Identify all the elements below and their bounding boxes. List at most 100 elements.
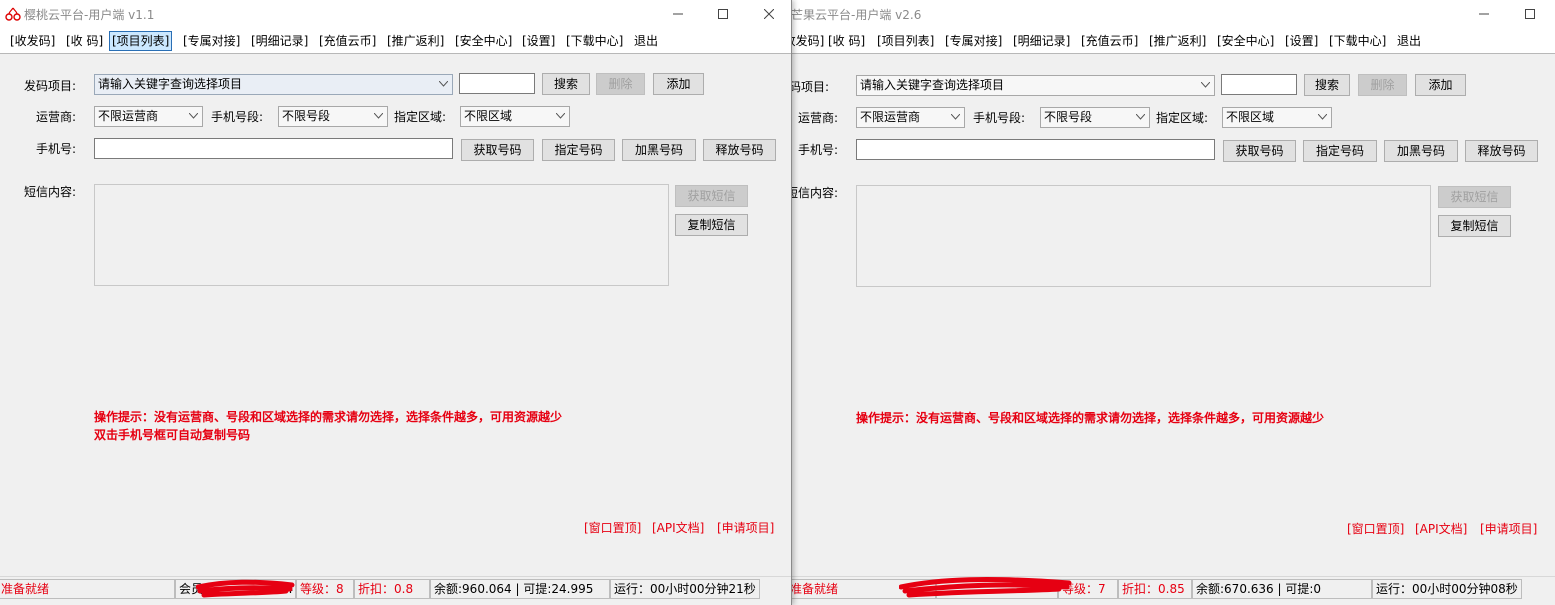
- menu-item-settings[interactable]: [设置]: [1282, 31, 1321, 51]
- carrier-select[interactable]: 不限运营商: [94, 106, 203, 127]
- menu-item-receive[interactable]: [收 码]: [63, 31, 106, 51]
- menu-item-send-receive[interactable]: [收发码]: [789, 31, 827, 51]
- blacklist-number-button[interactable]: 加黑号码: [1384, 140, 1458, 162]
- window-pin-link[interactable]: [窗口置顶]: [584, 519, 641, 536]
- get-number-button[interactable]: 获取号码: [1223, 140, 1296, 162]
- chevron-down-icon: [1136, 114, 1145, 120]
- chevron-down-icon: [951, 114, 960, 120]
- status-discount: 折扣：0.85: [1118, 579, 1192, 599]
- copy-number-hint: 双击手机号框可自动复制号码: [94, 428, 251, 442]
- project-filter-input[interactable]: [459, 73, 535, 94]
- operation-hint: 操作提示：没有运营商、号段和区域选择的需求请勿选择，选择条件越多，可用资源越少: [94, 410, 563, 424]
- menu-item-recharge[interactable]: [充值云币]: [316, 31, 379, 51]
- region-select[interactable]: 不限区域: [1222, 107, 1332, 128]
- menu-item-recharge[interactable]: [充值云币]: [1078, 31, 1141, 51]
- project-label: 发码项目:: [24, 79, 77, 93]
- carrier-select[interactable]: 不限运营商: [856, 107, 965, 128]
- menu-item-project-list[interactable]: [项目列表]: [109, 31, 173, 51]
- status-runtime: 运行：00小时00分钟21秒: [610, 579, 760, 599]
- carrier-label: 运营商:: [36, 110, 77, 124]
- get-sms-button[interactable]: 获取短信: [1438, 186, 1511, 208]
- menu-item-dedicated[interactable]: [专属对接]: [942, 31, 1005, 51]
- menu-item-receive[interactable]: [收 码]: [825, 31, 868, 51]
- segment-select[interactable]: 不限号段: [1040, 107, 1150, 128]
- release-number-button[interactable]: 释放号码: [703, 139, 776, 161]
- cherry-client-window: 樱桃云平台-用户端 v1.1 [收发码] [收 码] [项目列表] [专属对接]…: [0, 0, 792, 605]
- menu-item-project-list[interactable]: [项目列表]: [874, 31, 937, 51]
- maximize-button[interactable]: [1507, 0, 1553, 28]
- sms-content-box[interactable]: [856, 185, 1431, 287]
- chevron-down-icon: [189, 113, 198, 119]
- segment-select[interactable]: 不限号段: [278, 106, 388, 127]
- maximize-icon: [718, 9, 728, 19]
- status-member: [936, 579, 1058, 599]
- release-number-button[interactable]: 释放号码: [1465, 140, 1538, 162]
- status-state: 准备就绪: [789, 579, 936, 599]
- blacklist-number-button[interactable]: 加黑号码: [622, 139, 696, 161]
- title-bar[interactable]: 樱桃云平台-用户端 v1.1: [0, 0, 791, 28]
- menu-item-dedicated[interactable]: [专属对接]: [180, 31, 243, 51]
- project-filter-input[interactable]: [1221, 74, 1297, 95]
- api-docs-link[interactable]: [API文档]: [652, 519, 704, 536]
- search-button[interactable]: 搜索: [1304, 74, 1350, 96]
- menu-item-exit[interactable]: 退出: [1394, 31, 1424, 51]
- menu-item-details[interactable]: [明细记录]: [1010, 31, 1073, 51]
- phone-label: 手机号:: [798, 143, 839, 157]
- menu-item-security[interactable]: [安全中心]: [452, 31, 515, 51]
- minimize-button[interactable]: [1461, 0, 1507, 28]
- maximize-button[interactable]: [700, 0, 746, 28]
- menu-item-downloads[interactable]: [下载中心]: [563, 31, 626, 51]
- delete-button[interactable]: 删除: [1358, 74, 1407, 96]
- copy-sms-button[interactable]: 复制短信: [1438, 215, 1511, 237]
- maximize-icon: [1525, 9, 1535, 19]
- get-sms-button[interactable]: 获取短信: [675, 185, 748, 207]
- menu-item-referral[interactable]: [推广返利]: [1146, 31, 1209, 51]
- phone-input[interactable]: [94, 138, 453, 159]
- project-label: 发码项目:: [789, 80, 830, 94]
- get-number-button[interactable]: 获取号码: [461, 139, 534, 161]
- add-button[interactable]: 添加: [653, 73, 704, 95]
- search-button[interactable]: 搜索: [542, 73, 590, 95]
- chevron-down-icon: [374, 113, 383, 119]
- close-icon: [764, 9, 774, 19]
- status-discount: 折扣：0.8: [354, 579, 430, 599]
- window-pin-link[interactable]: [窗口置顶]: [1347, 520, 1404, 537]
- copy-sms-button[interactable]: 复制短信: [675, 214, 748, 236]
- phone-input[interactable]: [856, 139, 1215, 160]
- apply-project-link[interactable]: [申请项目]: [1480, 520, 1537, 537]
- status-bar: 准备就绪 等级：7 折扣：0.85 余额:670.636 | 可提:0 运行：0…: [789, 576, 1555, 600]
- status-level: 等级：7: [1058, 579, 1118, 599]
- chevron-down-icon: [556, 113, 565, 119]
- apply-project-link[interactable]: [申请项目]: [717, 519, 774, 536]
- minimize-icon: [1479, 13, 1489, 15]
- delete-button[interactable]: 删除: [596, 73, 645, 95]
- menu-item-send-receive[interactable]: [收发码]: [7, 31, 58, 51]
- assign-number-button[interactable]: 指定号码: [1303, 140, 1377, 162]
- title-bar[interactable]: 芒果云平台-用户端 v2.6: [789, 0, 1555, 28]
- region-label: 指定区域:: [394, 110, 447, 124]
- menu-item-details[interactable]: [明细记录]: [248, 31, 311, 51]
- sms-content-box[interactable]: [94, 184, 669, 286]
- project-select[interactable]: 请输入关键字查询选择项目: [856, 75, 1215, 96]
- status-level: 等级：8: [296, 579, 354, 599]
- status-state: 准备就绪: [0, 579, 175, 599]
- region-select[interactable]: 不限区域: [460, 106, 570, 127]
- api-docs-link[interactable]: [API文档]: [1415, 520, 1467, 537]
- project-select[interactable]: 请输入关键字查询选择项目: [94, 74, 453, 95]
- chevron-down-icon: [439, 81, 448, 87]
- minimize-button[interactable]: [655, 0, 701, 28]
- menu-item-referral[interactable]: [推广返利]: [384, 31, 447, 51]
- menu-item-exit[interactable]: 退出: [631, 31, 661, 51]
- assign-number-button[interactable]: 指定号码: [542, 139, 615, 161]
- menu-bar: [收发码] [收 码] [项目列表] [专属对接] [明细记录] [充值云币] …: [0, 28, 791, 54]
- add-button[interactable]: 添加: [1415, 74, 1466, 96]
- segment-label: 手机号段:: [211, 110, 264, 124]
- sms-label: 短信内容:: [24, 185, 77, 199]
- menu-item-settings[interactable]: [设置]: [519, 31, 558, 51]
- phone-label: 手机号:: [36, 142, 77, 156]
- status-bar: 准备就绪 会员: 24 等级：8 折扣：0.8 余额:960.064 | 可提:…: [0, 576, 791, 600]
- close-button[interactable]: [746, 0, 791, 28]
- chevron-down-icon: [1201, 82, 1210, 88]
- menu-item-security[interactable]: [安全中心]: [1214, 31, 1277, 51]
- menu-item-downloads[interactable]: [下载中心]: [1326, 31, 1389, 51]
